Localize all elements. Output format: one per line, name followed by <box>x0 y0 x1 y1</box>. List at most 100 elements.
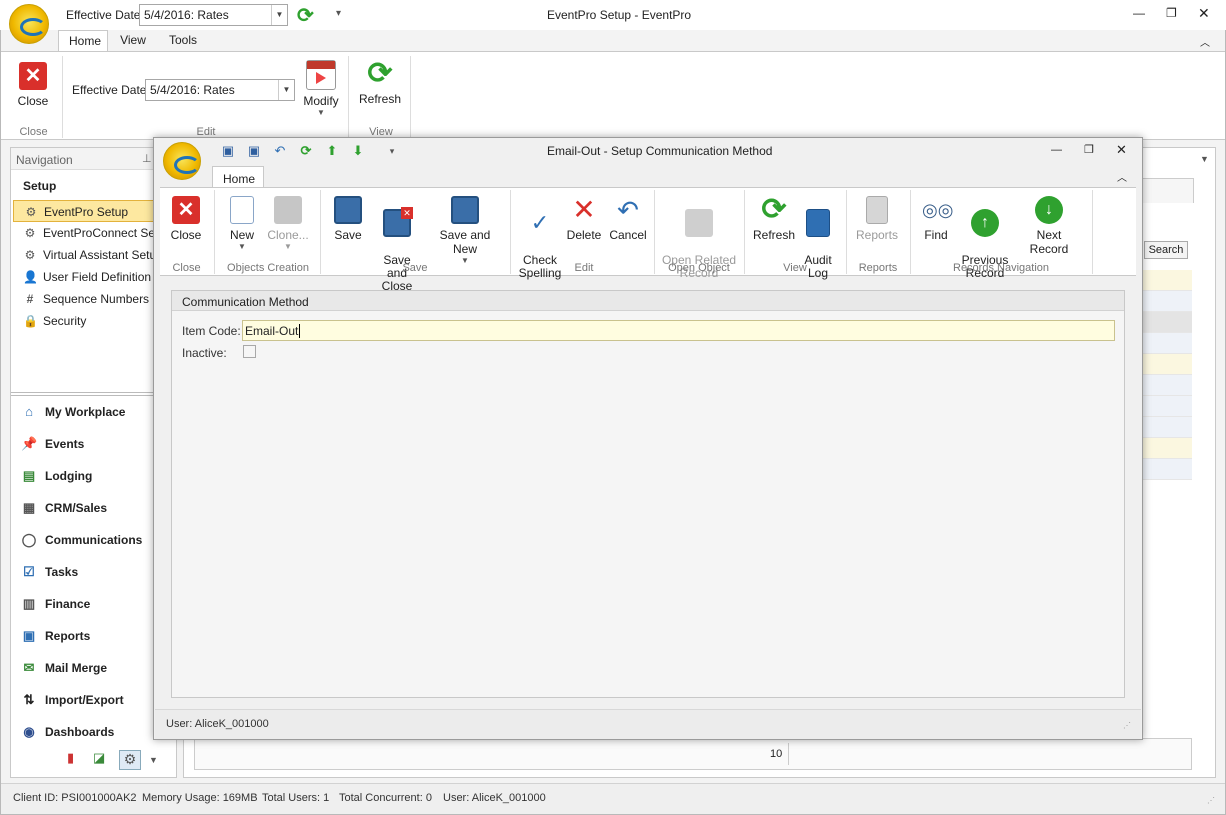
dialog-close-button[interactable]: ✕ Close <box>168 196 204 242</box>
tab-view[interactable]: View <box>108 30 158 52</box>
close-window-icon[interactable]: ✕ <box>1198 5 1210 22</box>
cancel-button[interactable]: ↶ Cancel <box>608 196 648 242</box>
modify-button[interactable]: Modify ▼ <box>301 60 341 117</box>
table-row[interactable] <box>1142 312 1192 333</box>
refresh-button[interactable]: ⟳ Refresh <box>357 57 403 107</box>
sidebar-item-sequence-numbers[interactable]: # Sequence Numbers <box>13 288 175 310</box>
sidebar-item-eventpro-setup[interactable]: ⚙ EventPro Setup <box>13 200 175 222</box>
status-total-concurrent: Total Concurrent: 0 <box>339 792 432 804</box>
module-my-workplace[interactable]: ⌂ My Workplace <box>11 396 176 428</box>
table-row[interactable] <box>1142 270 1192 291</box>
save-icon[interactable]: ▣ <box>220 143 236 159</box>
module-reports[interactable]: ▣ Reports <box>11 620 176 652</box>
chevron-down-icon: ▼ <box>317 108 325 117</box>
tab-tools[interactable]: Tools <box>158 30 208 52</box>
eventpro-logo[interactable] <box>163 142 201 180</box>
eventpro-logo[interactable] <box>9 4 49 44</box>
spell-check-icon: ✓ <box>530 210 550 235</box>
chevron-down-icon[interactable]: ▼ <box>149 750 161 770</box>
floppy-close-icon: ✕ <box>383 207 413 237</box>
qat-customize-icon[interactable]: ▾ <box>336 8 341 19</box>
module-lodging[interactable]: ▤ Lodging <box>11 460 176 492</box>
table-row[interactable] <box>1142 354 1192 375</box>
resize-grip-icon[interactable]: ⋰ <box>1123 721 1131 730</box>
collapse-ribbon-icon[interactable]: ︿ <box>1200 34 1210 49</box>
module-import-export[interactable]: ⇅ Import/Export <box>11 684 176 716</box>
collapse-ribbon-icon[interactable]: ︿ <box>1117 169 1127 184</box>
dialog-tab-home[interactable]: Home <box>212 166 264 189</box>
delete-button[interactable]: ✕ Delete <box>566 196 602 243</box>
new-button[interactable]: New ▼ <box>222 196 262 251</box>
module-dashboards[interactable]: ◉ Dashboards <box>11 716 176 748</box>
save-and-close-button[interactable]: ✕ Save and Close <box>372 196 422 293</box>
restore-icon[interactable]: ❐ <box>1084 143 1094 156</box>
search-button[interactable]: Search <box>1144 241 1188 259</box>
ribbon-separator <box>744 190 745 274</box>
refresh-icon: ⟳ <box>761 193 787 226</box>
qat-customize-icon[interactable]: ▾ <box>384 143 400 159</box>
pin-icon[interactable]: ⊥ <box>142 152 152 165</box>
restore-icon[interactable]: ❐ <box>1166 6 1177 20</box>
next-record-icon[interactable]: ⬇ <box>350 143 366 159</box>
module-tasks[interactable]: ☑ Tasks <box>11 556 176 588</box>
table-row[interactable] <box>1142 375 1192 396</box>
item-code-input[interactable]: Email-Out <box>242 320 1115 341</box>
sidebar-item-user-field-definition[interactable]: 👤 User Field Definition <box>13 266 175 288</box>
sidebar-item-security[interactable]: 🔒 Security <box>13 310 175 332</box>
inactive-checkbox[interactable] <box>243 345 256 358</box>
chevron-down-icon[interactable]: ▼ <box>271 5 287 25</box>
reports-button[interactable]: Reports <box>852 196 902 242</box>
ribbon-separator <box>654 190 655 274</box>
minimize-icon[interactable]: — <box>1051 144 1062 156</box>
clone-button[interactable]: Clone... ▼ <box>266 196 310 251</box>
find-button[interactable]: ◎◎ Find <box>916 196 956 242</box>
table-row[interactable] <box>1142 417 1192 438</box>
text-cursor <box>299 324 301 338</box>
section-setup: Setup <box>23 179 57 193</box>
sidebar-item-eventproconnect-setup[interactable]: ⚙ EventProConnect Setup <box>13 222 175 244</box>
table-row[interactable] <box>1142 438 1192 459</box>
tab-home[interactable]: Home <box>58 30 108 52</box>
undo-icon[interactable]: ↶ <box>272 143 288 159</box>
close-window-icon[interactable]: ✕ <box>1116 142 1127 158</box>
table-row[interactable] <box>1142 396 1192 417</box>
chevron-down-icon: ▼ <box>284 242 292 251</box>
refresh-icon: ⟳ <box>367 57 393 90</box>
save-and-new-button[interactable]: Save and New ▼ <box>428 196 502 265</box>
save-button[interactable]: Save <box>330 196 366 242</box>
section-title: Communication Method <box>182 295 309 309</box>
module-mail-merge[interactable]: ✉ Mail Merge <box>11 652 176 684</box>
group-reports-label: Reports <box>858 262 898 274</box>
previous-record-icon[interactable]: ⬆ <box>324 143 340 159</box>
table-row[interactable] <box>1142 291 1192 312</box>
effective-date-combo[interactable]: 5/4/2016: Rates ▼ <box>145 79 295 101</box>
chevron-down-icon[interactable]: ▼ <box>1200 154 1209 164</box>
line-chart-icon[interactable]: ◪ <box>93 750 111 768</box>
save-close-icon[interactable]: ▣ <box>246 143 262 159</box>
chevron-down-icon: ▼ <box>238 242 246 251</box>
qat-effective-date-combo[interactable]: 5/4/2016: Rates ▼ <box>139 4 288 26</box>
gear-icon: ⚙ <box>24 248 36 262</box>
module-finance[interactable]: ▥ Finance <box>11 588 176 620</box>
chevron-down-icon[interactable]: ▼ <box>278 80 294 100</box>
resize-grip-icon[interactable]: ⋰ <box>1207 796 1215 805</box>
table-row[interactable] <box>1142 333 1192 354</box>
dialog-qat: ▣ ▣ ↶ ⟳ ⬆ ⬇ ▾ <box>220 143 400 159</box>
background-tab[interactable] <box>1142 178 1194 203</box>
module-communications[interactable]: ◯ Communications <box>11 524 176 556</box>
minimize-icon[interactable]: — <box>1133 6 1145 20</box>
qat-refresh-icon[interactable]: ⟳ <box>297 3 314 28</box>
refresh-icon[interactable]: ⟳ <box>298 143 314 159</box>
navigation-header: Navigation <box>16 153 73 167</box>
module-crm-sales[interactable]: ▦ CRM/Sales <box>11 492 176 524</box>
table-row[interactable] <box>1142 459 1192 480</box>
next-record-button[interactable]: ↓ Next Record <box>1016 196 1082 256</box>
module-events[interactable]: 📌 Events <box>11 428 176 460</box>
sidebar-item-virtual-assistant-setup[interactable]: ⚙ Virtual Assistant Setup <box>13 244 175 266</box>
bar-chart-icon[interactable]: ▮ <box>67 750 85 768</box>
close-button[interactable]: ✕ Close <box>15 62 51 108</box>
refresh-button[interactable]: ⟳ Refresh <box>752 193 796 243</box>
ribbon-separator <box>910 190 911 274</box>
status-memory: Memory Usage: 169MB <box>142 792 258 804</box>
setup-gear-icon[interactable]: ⚙ <box>119 750 141 770</box>
